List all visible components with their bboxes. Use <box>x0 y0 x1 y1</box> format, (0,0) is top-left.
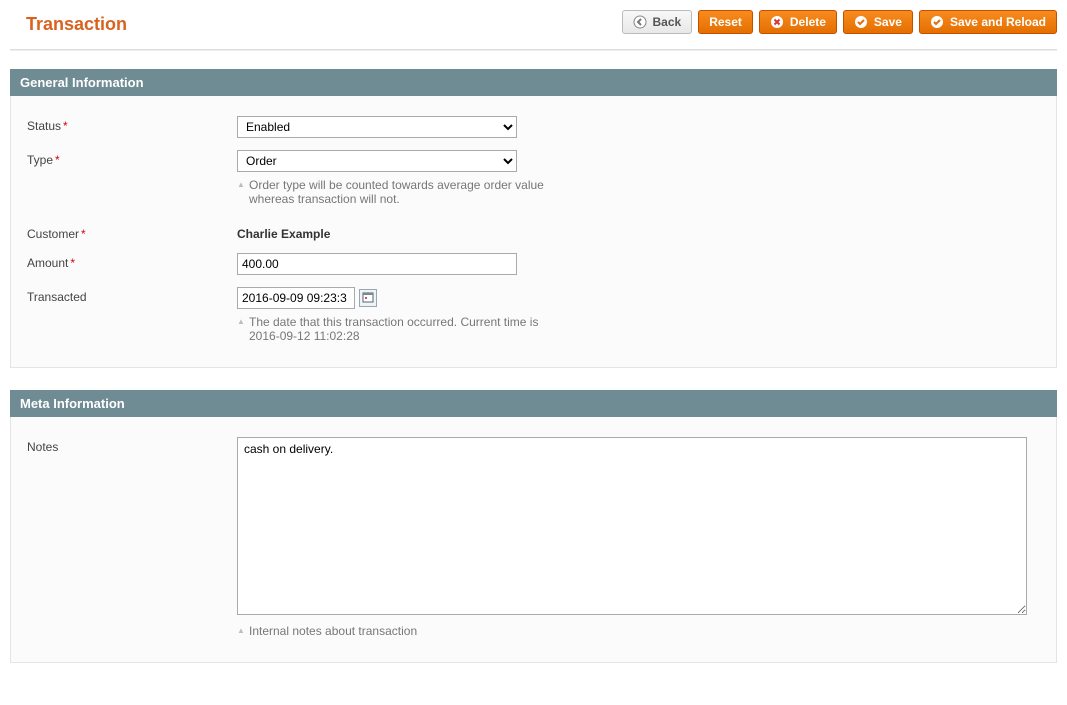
transacted-hint: The date that this transaction occurred.… <box>237 315 557 343</box>
check-icon <box>854 15 868 29</box>
check-icon <box>930 15 944 29</box>
amount-label: Amount* <box>27 253 237 270</box>
back-label: Back <box>653 15 682 29</box>
transacted-input[interactable] <box>237 287 355 309</box>
button-bar: Back Reset Delete Save Sa <box>622 10 1057 34</box>
delete-button[interactable]: Delete <box>759 10 837 34</box>
back-button[interactable]: Back <box>622 10 693 34</box>
save-reload-label: Save and Reload <box>950 15 1046 29</box>
type-label: Type* <box>27 150 237 167</box>
calendar-button[interactable] <box>359 289 377 307</box>
header-divider <box>10 49 1057 51</box>
type-hint: Order type will be counted towards avera… <box>237 178 557 206</box>
calendar-icon <box>362 291 374 306</box>
meta-panel-header: Meta Information <box>10 390 1057 417</box>
notes-textarea[interactable]: cash on delivery. <box>237 437 1027 615</box>
status-select[interactable]: Enabled <box>237 116 517 138</box>
save-reload-button[interactable]: Save and Reload <box>919 10 1057 34</box>
back-arrow-icon <box>633 15 647 29</box>
save-label: Save <box>874 15 902 29</box>
page-title: Transaction <box>10 10 127 35</box>
reset-button[interactable]: Reset <box>698 10 753 34</box>
general-panel-header: General Information <box>10 69 1057 96</box>
notes-label: Notes <box>27 437 237 454</box>
status-label: Status* <box>27 116 237 133</box>
meta-panel: Meta Information Notes cash on delivery.… <box>10 390 1057 663</box>
general-panel: General Information Status* Enabled Type… <box>10 69 1057 368</box>
transacted-label: Transacted <box>27 287 237 304</box>
amount-input[interactable] <box>237 253 517 275</box>
delete-icon <box>770 15 784 29</box>
notes-hint: Internal notes about transaction <box>237 624 557 638</box>
reset-label: Reset <box>709 15 742 29</box>
customer-label: Customer* <box>27 224 237 241</box>
save-button[interactable]: Save <box>843 10 913 34</box>
type-select[interactable]: Order <box>237 150 517 172</box>
delete-label: Delete <box>790 15 826 29</box>
customer-value: Charlie Example <box>237 224 330 241</box>
